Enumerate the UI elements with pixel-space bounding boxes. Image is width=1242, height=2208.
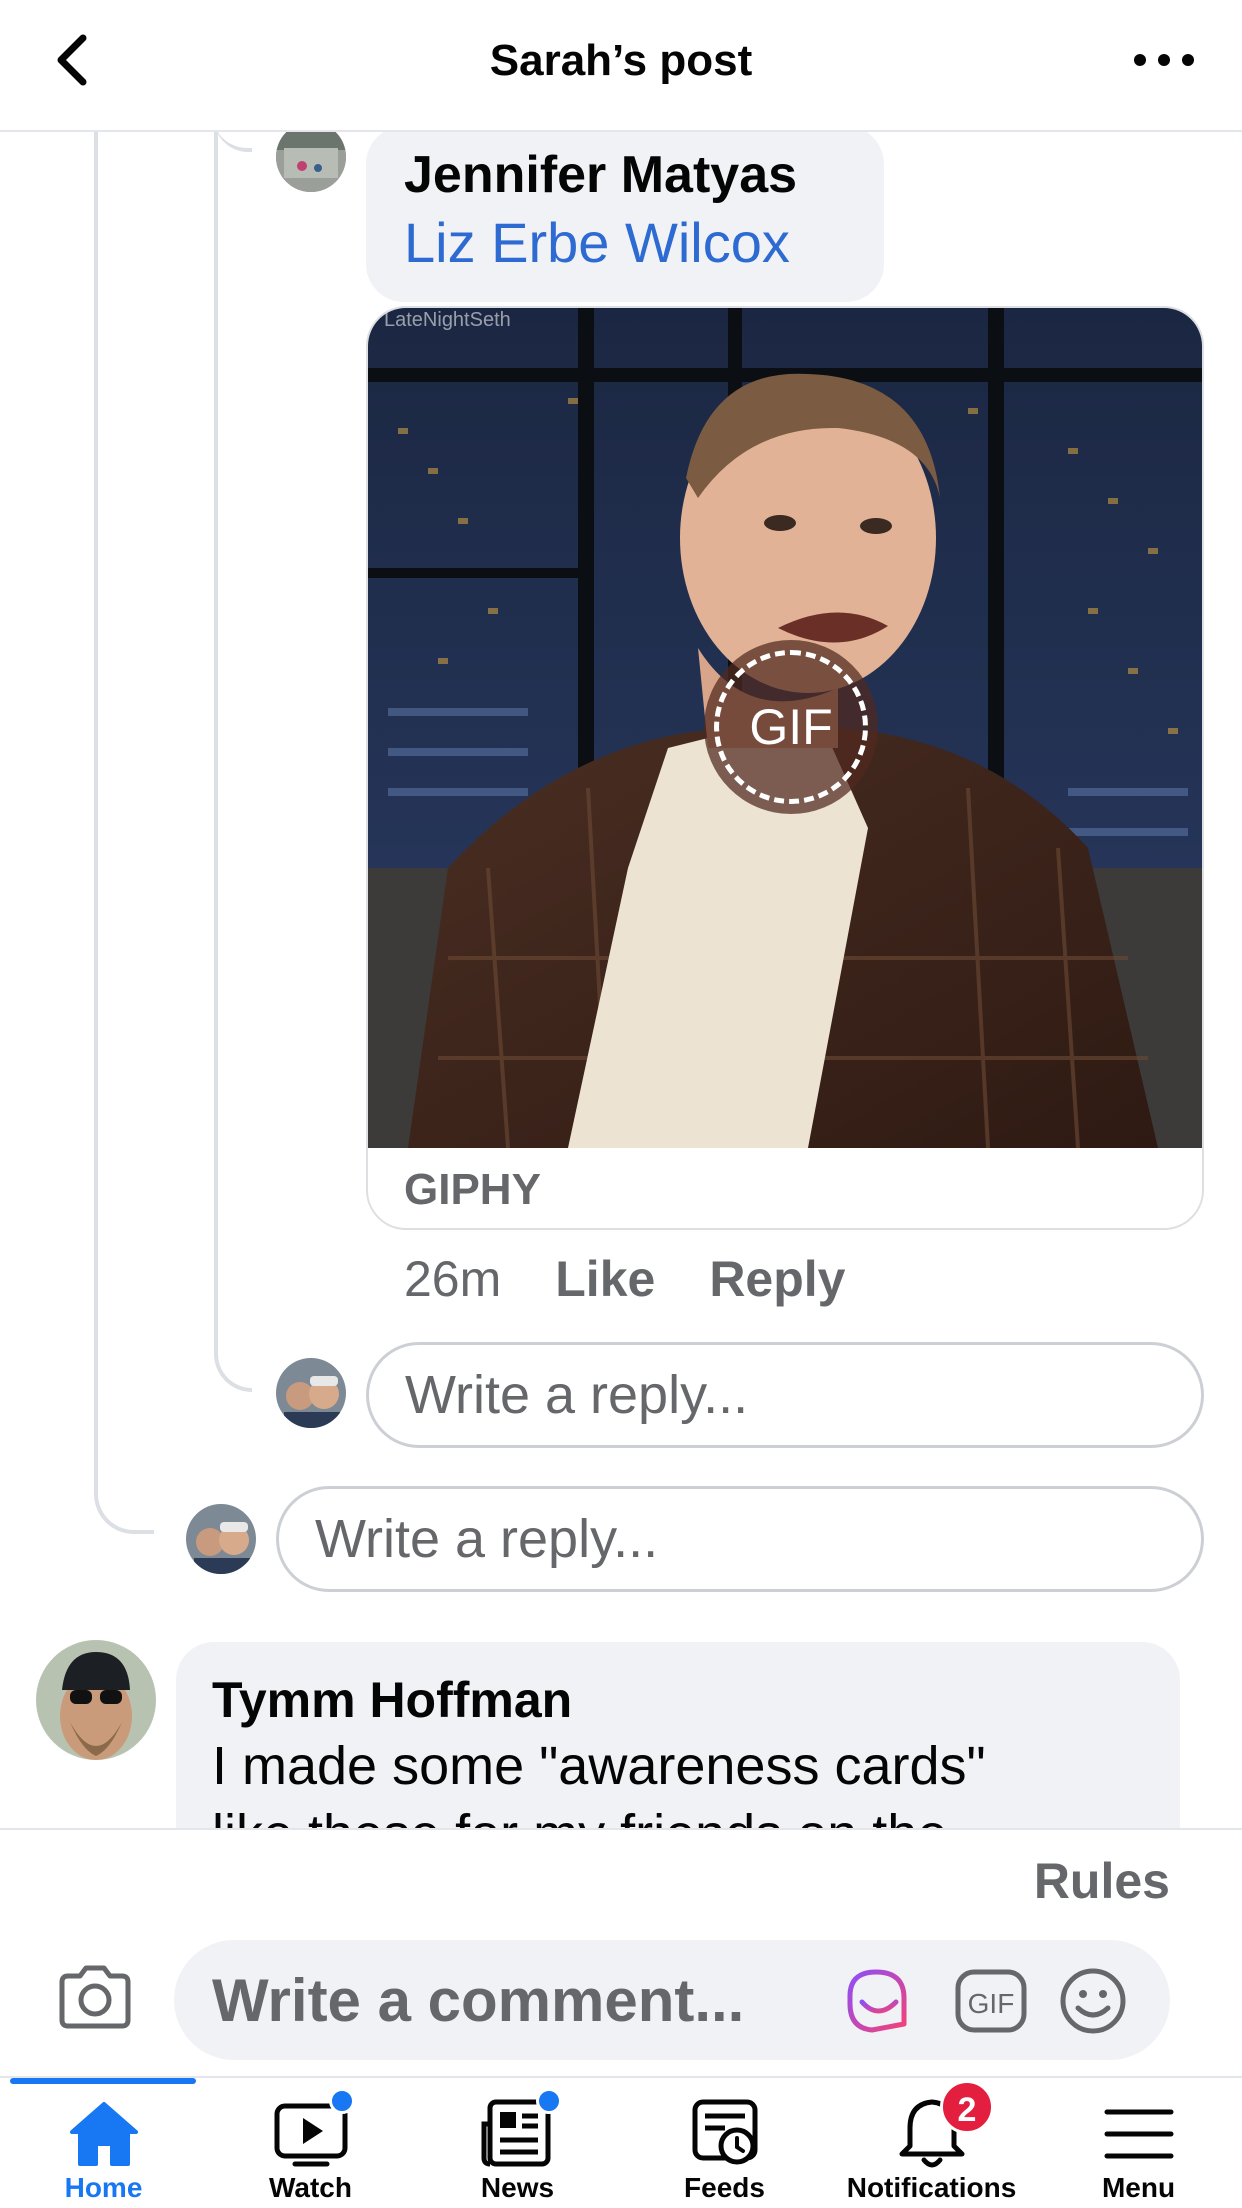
tab-label: Watch (269, 2172, 352, 2203)
more-dot (1182, 54, 1194, 66)
feeds-icon (692, 2099, 757, 2165)
gif-source-label[interactable]: GIPHY (368, 1148, 1202, 1228)
tab-label: Home (64, 2172, 143, 2203)
tab-notifications[interactable]: 2 Notifications (828, 2078, 1035, 2208)
like-button[interactable]: Like (555, 1250, 655, 1308)
tab-menu[interactable]: Menu (1035, 2078, 1242, 2208)
rules-link[interactable]: Rules (1034, 1852, 1170, 1910)
smiley-icon (1060, 1968, 1126, 2034)
comment-timestamp: 26m (404, 1251, 502, 1307)
avatar-photo (186, 1504, 256, 1574)
more-dot (1158, 54, 1170, 66)
camera-icon (59, 1965, 131, 2029)
more-options-button[interactable] (1134, 40, 1194, 80)
bottom-tab-bar: Home Watch News Feeds 2 Notifications Me… (0, 2076, 1242, 2208)
commenter-avatar[interactable] (36, 1640, 156, 1760)
active-tab-indicator (10, 2078, 196, 2084)
gif-attachment[interactable]: LateNightSeth GIF GIPHY (366, 306, 1204, 1230)
tab-label: Notifications (846, 2172, 1017, 2203)
thread-reply-input[interactable]: Write a reply... (276, 1486, 1204, 1592)
current-user-avatar (276, 1358, 346, 1428)
nested-reply-input[interactable]: Write a reply... (366, 1342, 1204, 1448)
more-dot (1134, 54, 1146, 66)
tab-watch[interactable]: Watch (207, 2078, 414, 2208)
top-bar: Sarah’s post (0, 0, 1242, 132)
notification-dot (536, 2088, 562, 2114)
avatar-photo (36, 1640, 156, 1760)
comment-author[interactable]: Jennifer Matyas (404, 142, 846, 208)
emoji-button[interactable] (1056, 1964, 1130, 2038)
comment-composer: Rules Write a comment... GIF (0, 1828, 1242, 2080)
page-title: Sarah’s post (489, 36, 753, 85)
comment-bubble[interactable]: Jennifer Matyas Liz Erbe Wilcox (366, 126, 884, 302)
avatar-photo (276, 1358, 346, 1428)
comment-placeholder: Write a comment... (212, 1967, 745, 2034)
avatar-sticker-icon (847, 1969, 907, 2033)
tab-label: Feeds (684, 2172, 765, 2203)
thread-line-outer (94, 132, 154, 1534)
gif-button[interactable]: GIF (954, 1964, 1028, 2038)
tab-home[interactable]: Home (0, 2078, 207, 2208)
gif-watermark: LateNightSeth (384, 309, 511, 331)
gif-image[interactable]: LateNightSeth GIF (368, 308, 1202, 1148)
gif-icon: GIF (955, 1969, 1027, 2033)
gif-badge-label: GIF (749, 699, 833, 755)
reply-button[interactable]: Reply (709, 1250, 845, 1308)
camera-button[interactable] (56, 1962, 134, 2032)
notification-dot (329, 2088, 355, 2114)
gif-play-button[interactable]: GIF (704, 640, 878, 814)
notification-count-badge: 2 (940, 2080, 994, 2134)
comment-input[interactable]: Write a comment... GIF (174, 1940, 1170, 2060)
avatar-photo (276, 122, 346, 192)
current-user-avatar (186, 1504, 256, 1574)
comment-actions: 26m Like Reply (404, 1244, 846, 1314)
hamburger-menu-icon (1104, 2109, 1173, 2159)
tab-label: Menu (1101, 2172, 1176, 2203)
gif-icon-text: GIF (968, 1988, 1015, 2019)
avatar-sticker-button[interactable] (842, 1964, 916, 2038)
comment-text: I made some "awareness cards" (212, 1736, 986, 1796)
home-icon (69, 2102, 138, 2166)
tab-feeds[interactable]: Feeds (621, 2078, 828, 2208)
tab-news[interactable]: News (414, 2078, 621, 2208)
comment-author[interactable]: Tymm Hoffman (212, 1668, 1144, 1732)
thread-line-inner (214, 132, 252, 1392)
mentioned-user-link[interactable]: Liz Erbe Wilcox (404, 208, 846, 278)
tab-label: News (480, 2172, 555, 2203)
avatar[interactable] (276, 122, 346, 192)
